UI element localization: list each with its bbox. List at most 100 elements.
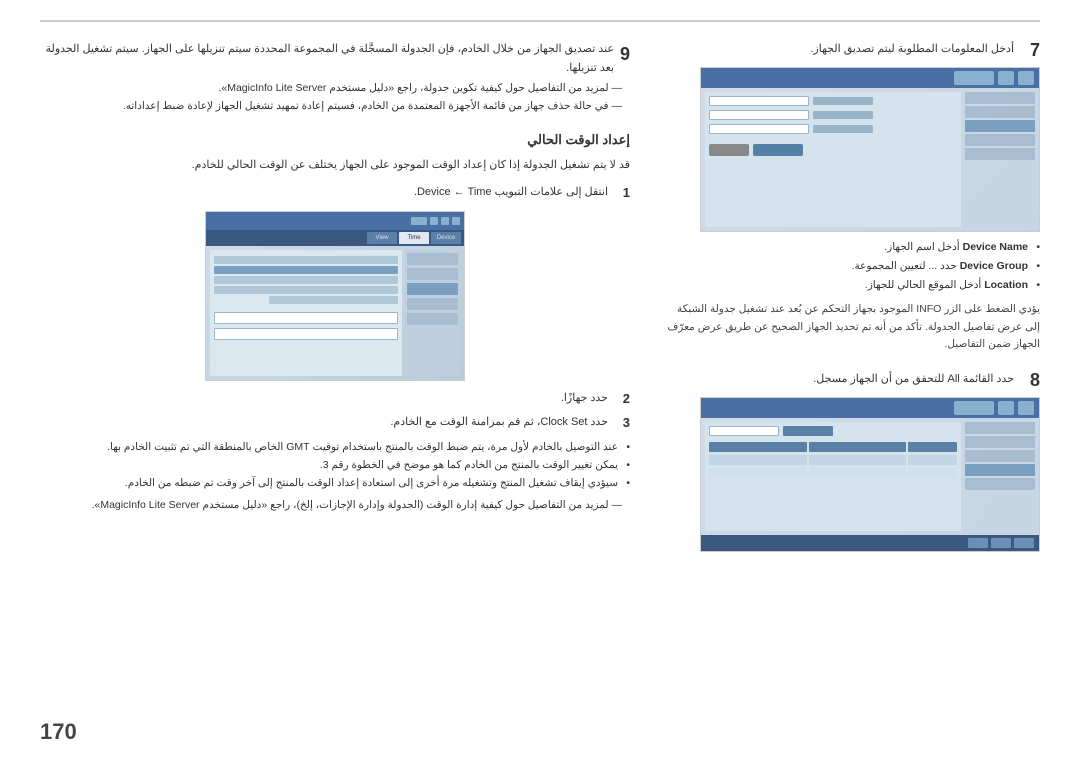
step-7-number: 7 bbox=[1022, 40, 1040, 61]
right-ss-toolbar-1 bbox=[701, 68, 1039, 88]
right-ss-right-2 bbox=[705, 422, 961, 531]
rss-form-row1 bbox=[709, 96, 957, 106]
step-8-number: 8 bbox=[1022, 370, 1040, 391]
desc-device-group: حدد ... لتعيين المجموعة. bbox=[852, 260, 957, 272]
ss-main bbox=[210, 250, 402, 376]
right-ss-bottom-bar bbox=[701, 535, 1039, 551]
ss-tb-btn1 bbox=[452, 217, 460, 225]
section-heading: إعداد الوقت الحالي bbox=[40, 130, 630, 151]
right-bullet-3: Location أدخل الموقع الحالي للجهاز. bbox=[660, 276, 1040, 295]
step-2-text: حدد جهازًا. bbox=[561, 389, 608, 408]
ss-si-4 bbox=[407, 298, 458, 310]
rss2-td6 bbox=[709, 468, 807, 478]
term-location: Location bbox=[984, 279, 1028, 291]
step-3-number: 3 bbox=[614, 413, 630, 434]
ss-tab-2: View bbox=[367, 232, 397, 244]
page-container: 9 عند تصديق الجهاز من خلال الخادم، فإن ا… bbox=[0, 0, 1080, 763]
rss2-bb3 bbox=[968, 538, 988, 548]
ss-toolbar bbox=[206, 212, 464, 230]
desc-location: أدخل الموقع الحالي للجهاز. bbox=[865, 279, 982, 291]
rss2-td5 bbox=[809, 468, 907, 478]
term-device-group: Device Group bbox=[960, 260, 1028, 272]
rss2-tr1 bbox=[709, 455, 957, 465]
ss-form-area bbox=[214, 312, 398, 340]
rss-icon3 bbox=[954, 71, 994, 85]
right-bullets: Device Name أدخل اسم الجهاز. Device Grou… bbox=[660, 238, 1040, 295]
ss-form-row1 bbox=[214, 312, 398, 324]
rss2-th1 bbox=[908, 442, 957, 452]
ss-main-content bbox=[210, 250, 402, 346]
rss-label1 bbox=[813, 97, 873, 105]
rssl-4 bbox=[965, 134, 1035, 146]
ss-row-5 bbox=[269, 296, 398, 304]
rss2-table bbox=[709, 442, 957, 478]
info-text: يؤدي الضغط على الزر INFO الموجود بجهاز ا… bbox=[660, 301, 1040, 355]
section-desc: قد لا يتم تشغيل الجدولة إذا كان إعداد ال… bbox=[40, 156, 630, 175]
rss2-td4 bbox=[908, 468, 957, 478]
rss2-td3 bbox=[709, 455, 807, 465]
screenshot-1-inner: Device Time View bbox=[206, 212, 464, 380]
ss-sidebar bbox=[405, 250, 460, 376]
step-9-text: عند تصديق الجهاز من خلال الخادم، فإن الج… bbox=[40, 40, 614, 77]
page-number: 170 bbox=[40, 719, 77, 745]
right-ss-inner-1 bbox=[701, 68, 1039, 231]
desc-device-name: أدخل اسم الجهاز. bbox=[884, 241, 960, 253]
rssl-1 bbox=[965, 92, 1035, 104]
step-3-text: حدد Clock Set، ثم قم بمزامنة الوقت مع ال… bbox=[390, 413, 608, 432]
rss2-toolbar-row bbox=[709, 426, 957, 436]
step-8-header: 8 حدد القائمة All للتحقق من أن الجهاز مس… bbox=[660, 370, 1040, 391]
ss-tab-1: Device bbox=[431, 232, 461, 244]
rssl2-5 bbox=[965, 478, 1035, 490]
step-7-header: 7 أدخل المعلومات المطلوبة ليتم تصديق الج… bbox=[660, 40, 1040, 61]
right-column: 7 أدخل المعلومات المطلوبة ليتم تصديق الج… bbox=[660, 40, 1040, 703]
left-column: 9 عند تصديق الجهاز من خلال الخادم، فإن ا… bbox=[40, 40, 630, 703]
ss-tb-btn4 bbox=[411, 217, 427, 225]
rss-buttons bbox=[709, 140, 957, 156]
step3-bullets: عند التوصيل بالخادم لأول مرة، يتم ضبط ال… bbox=[40, 439, 630, 493]
step-1-text: انتقل إلى علامات التبويب Device ← Time. bbox=[414, 183, 608, 202]
rss2-tr2 bbox=[709, 468, 957, 478]
rss-ok-btn bbox=[753, 144, 803, 156]
step-1-number: 1 bbox=[614, 183, 630, 204]
rss2-icon2 bbox=[998, 401, 1014, 415]
rssl2-2 bbox=[965, 436, 1035, 448]
rss-label2 bbox=[813, 111, 873, 119]
rss2-bb1 bbox=[1014, 538, 1034, 548]
step-2-number: 2 bbox=[614, 389, 630, 410]
rss-input3 bbox=[709, 124, 809, 134]
ss-si-5 bbox=[407, 313, 458, 325]
ss-tb-btn3 bbox=[430, 217, 438, 225]
rss2-bb2 bbox=[991, 538, 1011, 548]
bullet-item-2: يمكن تغيير الوقت بالمنتج من الخادم كما ه… bbox=[40, 457, 630, 475]
ss-form-row2 bbox=[214, 328, 398, 340]
rss-form-row3 bbox=[709, 124, 957, 134]
rssl-3 bbox=[965, 120, 1035, 132]
rss2-td2 bbox=[809, 455, 907, 465]
step-8-text: حدد القائمة All للتحقق من أن الجهاز مسجل… bbox=[660, 370, 1014, 389]
term-device-name: Device Name bbox=[963, 241, 1028, 253]
ss-body bbox=[206, 246, 464, 380]
content-area: 9 عند تصديق الجهاز من خلال الخادم، فإن ا… bbox=[40, 40, 1040, 703]
rss2-filter-btn bbox=[783, 426, 833, 436]
right-ss-body-2 bbox=[701, 418, 1039, 535]
rss2-search-input bbox=[709, 426, 779, 436]
ss-nav-tabs: Device Time View bbox=[206, 230, 464, 246]
step-7-text: أدخل المعلومات المطلوبة ليتم تصديق الجها… bbox=[660, 40, 1014, 59]
step-3-block: 3 حدد Clock Set، ثم قم بمزامنة الوقت مع … bbox=[40, 413, 630, 434]
right-screenshot-1 bbox=[700, 67, 1040, 232]
ss-row-4 bbox=[214, 286, 398, 294]
bullet-item-3: سيؤدي إيقاف تشغيل المنتج وتشغيله مرة أخر… bbox=[40, 475, 630, 493]
right-ss-left-2 bbox=[965, 422, 1035, 531]
rssl-5 bbox=[965, 148, 1035, 160]
right-ss-toolbar-2 bbox=[701, 398, 1039, 418]
ss-si-2 bbox=[407, 268, 458, 280]
right-ss-right-1 bbox=[705, 92, 961, 227]
dash-3: لمزيد من التفاصيل حول كيفية إدارة الوقت … bbox=[40, 497, 630, 515]
rss-label3 bbox=[813, 125, 873, 133]
ss-si-1 bbox=[407, 253, 458, 265]
right-screenshot-2 bbox=[700, 397, 1040, 552]
right-ss-left-1 bbox=[965, 92, 1035, 227]
rss2-table-header bbox=[709, 442, 957, 452]
right-bullet-2: Device Group حدد ... لتعيين المجموعة. bbox=[660, 257, 1040, 276]
top-border bbox=[40, 20, 1040, 22]
